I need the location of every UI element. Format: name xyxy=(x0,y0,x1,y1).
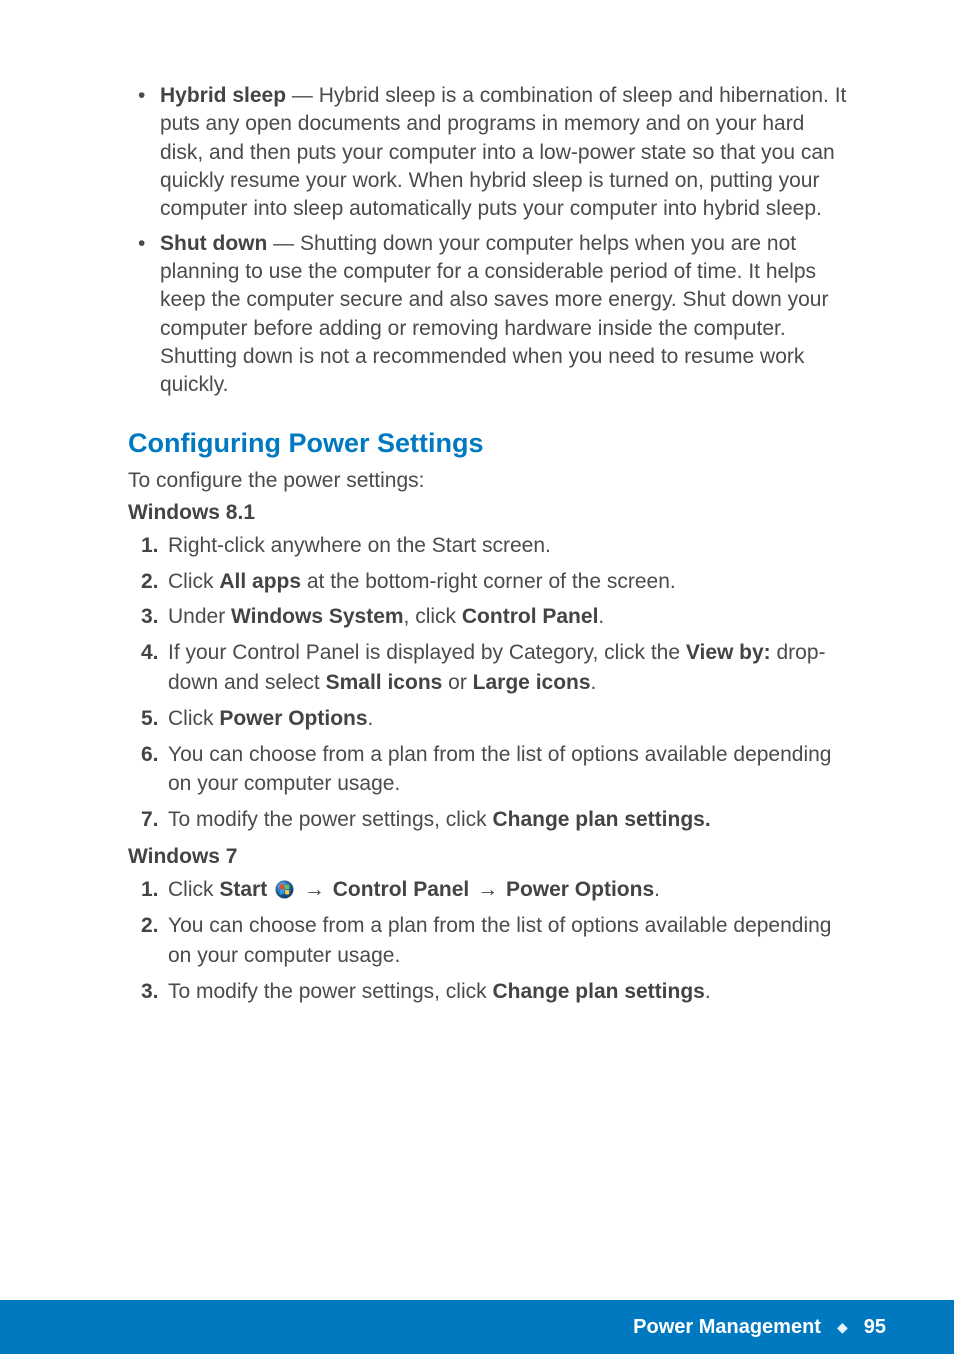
step-number: 6. xyxy=(141,740,159,770)
subheading-windows-7: Windows 7 xyxy=(128,845,848,869)
list-item: 5. Click Power Options. xyxy=(128,704,848,734)
step-text-post: . xyxy=(654,878,660,901)
list-item: 6. You can choose from a plan from the l… xyxy=(128,740,848,800)
step-text-post: . xyxy=(705,980,711,1003)
step-text-pre: To modify the power settings, click xyxy=(168,808,492,831)
page-content: Hybrid sleep — Hybrid sleep is a combina… xyxy=(0,0,954,1006)
step-text-post: . xyxy=(591,671,597,694)
diamond-separator-icon: ◆ xyxy=(837,1319,848,1336)
list-item: 1. Click Start xyxy=(128,875,848,905)
power-states-list: Hybrid sleep — Hybrid sleep is a combina… xyxy=(128,82,848,400)
step-number: 7. xyxy=(141,805,159,835)
step-number: 1. xyxy=(141,531,159,561)
subheading-windows-81: Windows 8.1 xyxy=(128,501,848,525)
step-text-pre: Click xyxy=(168,878,219,901)
list-item: 2. You can choose from a plan from the l… xyxy=(128,911,848,971)
list-item: 3. To modify the power settings, click C… xyxy=(128,977,848,1007)
list-item: Hybrid sleep — Hybrid sleep is a combina… xyxy=(128,82,848,224)
arrow-icon: → xyxy=(304,875,325,905)
step-text-post: at the bottom-right corner of the screen… xyxy=(301,570,676,593)
list-item: Shut down — Shutting down your computer … xyxy=(128,230,848,400)
label-start: Start xyxy=(219,878,267,901)
step-text-mid2: or xyxy=(442,671,472,694)
label-power-options: Power Options xyxy=(506,878,654,901)
windows-start-orb-icon xyxy=(275,878,294,897)
step-text-pre: Click xyxy=(168,570,219,593)
step-number: 3. xyxy=(141,602,159,632)
label-windows-system: Windows System xyxy=(231,605,404,628)
label-control-panel: Control Panel xyxy=(333,878,470,901)
list-item: 4. If your Control Panel is displayed by… xyxy=(128,638,848,698)
text-shut-down: — Shutting down your computer helps when… xyxy=(160,232,828,397)
step-number: 1. xyxy=(141,875,159,905)
step-text: You can choose from a plan from the list… xyxy=(168,743,832,796)
step-number: 4. xyxy=(141,638,159,668)
step-number: 2. xyxy=(141,567,159,597)
footer-chapter-title: Power Management xyxy=(633,1316,821,1339)
intro-text: To configure the power settings: xyxy=(128,469,848,493)
step-number: 3. xyxy=(141,977,159,1007)
label-hybrid-sleep: Hybrid sleep xyxy=(160,84,286,107)
step-text-mid: , click xyxy=(404,605,462,628)
step-text-post: . xyxy=(368,707,374,730)
label-power-options: Power Options xyxy=(219,707,367,730)
footer-page-number: 95 xyxy=(864,1316,886,1339)
step-text: You can choose from a plan from the list… xyxy=(168,914,832,967)
label-large-icons: Large icons xyxy=(473,671,591,694)
windows-81-steps: 1. Right-click anywhere on the Start scr… xyxy=(128,531,848,835)
step-text-pre: If your Control Panel is displayed by Ca… xyxy=(168,641,686,664)
step-text: Right-click anywhere on the Start screen… xyxy=(168,534,551,557)
section-heading-configuring-power-settings: Configuring Power Settings xyxy=(128,428,848,459)
label-control-panel: Control Panel xyxy=(462,605,599,628)
windows-7-steps: 1. Click Start xyxy=(128,875,848,1006)
label-small-icons: Small icons xyxy=(326,671,443,694)
step-number: 2. xyxy=(141,911,159,941)
step-text-pre: Click xyxy=(168,707,219,730)
list-item: 7. To modify the power settings, click C… xyxy=(128,805,848,835)
step-text-pre: Under xyxy=(168,605,231,628)
step-number: 5. xyxy=(141,704,159,734)
arrow-icon: → xyxy=(477,875,498,905)
step-text-post: . xyxy=(598,605,604,628)
label-shut-down: Shut down xyxy=(160,232,267,255)
label-all-apps: All apps xyxy=(219,570,301,593)
list-item: 2. Click All apps at the bottom-right co… xyxy=(128,567,848,597)
label-view-by: View by: xyxy=(686,641,771,664)
list-item: 1. Right-click anywhere on the Start scr… xyxy=(128,531,848,561)
label-change-plan-settings: Change plan settings xyxy=(492,980,704,1003)
list-item: 3. Under Windows System, click Control P… xyxy=(128,602,848,632)
label-change-plan-settings: Change plan settings. xyxy=(492,808,710,831)
step-text-pre: To modify the power settings, click xyxy=(168,980,492,1003)
page-footer: Power Management ◆ 95 xyxy=(0,1300,954,1354)
